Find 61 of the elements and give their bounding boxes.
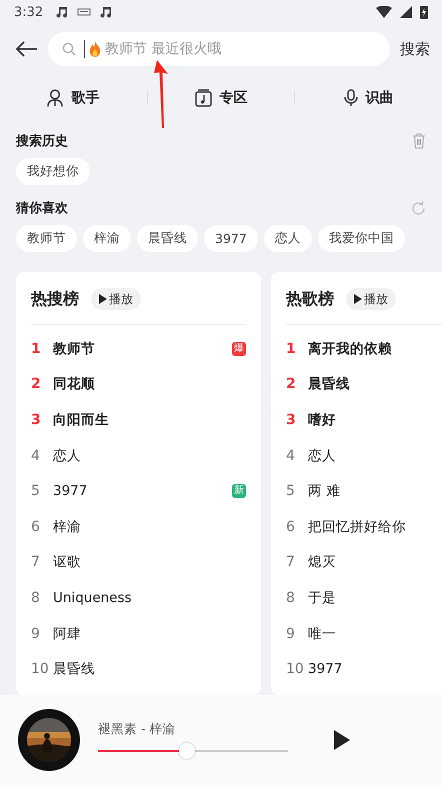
suggestion-chip[interactable]: 梓渝	[83, 225, 131, 252]
chart-row[interactable]: 4 恋人	[286, 438, 442, 474]
music-note-icon	[55, 5, 70, 19]
play-button[interactable]: 播放	[91, 288, 141, 310]
chart-row[interactable]: 9 阿肆	[31, 616, 246, 652]
chart-row[interactable]: 8 Uniqueness	[31, 580, 246, 616]
category-tab[interactable]: 歌手	[0, 88, 147, 108]
chart-row[interactable]: 7 熄灭	[286, 544, 442, 580]
chart-row[interactable]: 6 梓渝	[31, 508, 246, 545]
suggestion-chip[interactable]: 恋人	[264, 225, 312, 252]
search-button[interactable]: 搜索	[400, 40, 430, 58]
chart-title: 热搜榜	[31, 288, 79, 310]
chart-row[interactable]: 5 3977 新	[31, 473, 246, 509]
chart-row[interactable]: 6 把回忆拼好给你	[286, 508, 442, 545]
song-title: 褪黑素 - 梓渝	[98, 721, 176, 738]
play-icon	[99, 294, 107, 304]
suggestion-chip[interactable]: 我爱你中国	[318, 225, 405, 252]
play-icon[interactable]	[334, 730, 350, 750]
chart-badge: 爆	[232, 342, 246, 356]
slider-thumb[interactable]	[179, 743, 196, 759]
chart-row[interactable]: 7 讴歌	[31, 544, 246, 580]
chart-row[interactable]: 10 3977	[286, 651, 442, 687]
section-title: 猜你喜欢	[16, 200, 68, 217]
search-field[interactable]: 教师节 最近很火哦	[48, 32, 390, 66]
chart-row[interactable]: 9 唯一	[286, 616, 442, 652]
suggestion-chip[interactable]: 晨昏线	[137, 225, 198, 252]
status-time: 3:32	[14, 4, 44, 20]
chart-row[interactable]: 8 于是	[286, 580, 442, 616]
wifi-icon	[376, 6, 392, 18]
play-icon	[354, 294, 362, 304]
person-icon	[47, 89, 64, 107]
search-input[interactable]: 教师节 最近很火哦	[105, 41, 376, 57]
chart-row[interactable]: 2 晨昏线	[286, 366, 442, 402]
chart-row[interactable]: 1 教师节 爆	[31, 331, 246, 367]
microphone-icon	[344, 89, 358, 107]
chart-row[interactable]: 5 两 难	[286, 473, 442, 509]
music-note-icon	[99, 5, 114, 19]
chart-title: 热歌榜	[286, 288, 334, 310]
chart-row[interactable]: 1 离开我的依赖	[286, 331, 442, 367]
chart-row[interactable]: 10 晨昏线	[31, 651, 246, 687]
flame-icon	[89, 41, 101, 57]
keyboard-icon	[77, 8, 92, 16]
trash-icon[interactable]	[412, 133, 426, 149]
chart-row[interactable]: 3 嗜好	[286, 402, 442, 438]
suggestion-chip[interactable]: 教师节	[16, 225, 77, 252]
signal-icon	[400, 6, 412, 18]
chart-row[interactable]: 4 恋人	[31, 438, 246, 474]
suggestion-chip[interactable]: 3977	[204, 225, 258, 252]
back-arrow-icon[interactable]	[16, 41, 38, 57]
chart-badge: 新	[232, 484, 246, 498]
battery-icon	[420, 5, 428, 19]
chart-row[interactable]: 3 向阳而生	[31, 402, 246, 438]
album-icon	[194, 89, 212, 107]
search-icon	[62, 42, 76, 56]
category-tab[interactable]: 识曲	[295, 88, 442, 108]
play-button[interactable]: 播放	[346, 288, 396, 310]
chart-row[interactable]: 2 同花顺	[31, 366, 246, 402]
section-title: 搜索历史	[16, 132, 68, 150]
category-tab[interactable]: 专区	[148, 88, 294, 108]
annotation-arrow	[154, 60, 170, 128]
history-chip[interactable]: 我好想你	[16, 158, 90, 185]
